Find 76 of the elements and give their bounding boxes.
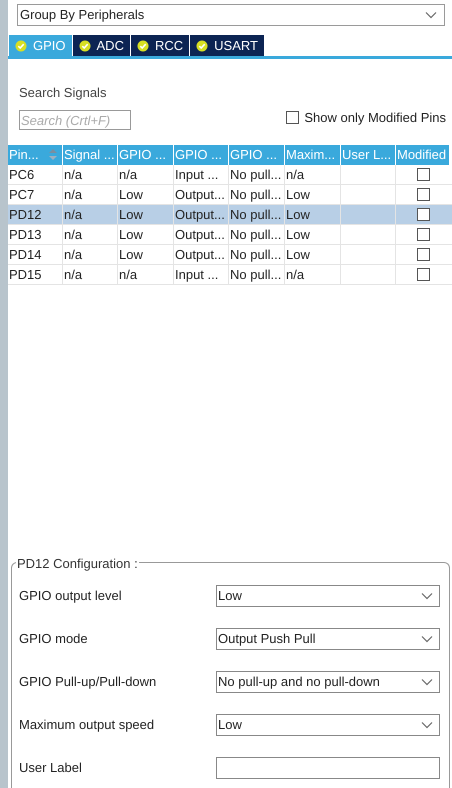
table-cell: n/a — [63, 245, 118, 264]
table-cell: No pull... — [229, 225, 285, 244]
table-row[interactable]: PD13 n/a Low Output... No pull... Low — [8, 225, 452, 245]
table-cell: Low — [285, 225, 341, 244]
table-cell: Low — [285, 245, 341, 264]
table-cell: n/a — [63, 205, 118, 224]
tab[interactable]: USART — [190, 35, 264, 56]
table-row[interactable]: PC7 n/a Low Output... No pull... Low — [8, 185, 452, 205]
table-row[interactable]: PD15 n/a n/a Input ... No pull... n/a — [8, 265, 452, 285]
table-cell: PC6 — [8, 165, 63, 184]
table-cell: Input ... — [174, 165, 229, 184]
table-cell: No pull... — [229, 265, 285, 284]
table-cell: Low — [118, 185, 174, 204]
table-cell: Low — [285, 185, 341, 204]
field-label: GPIO output level — [19, 587, 122, 606]
table-row[interactable]: PC6 n/a n/a Input ... No pull... n/a — [8, 165, 452, 185]
tab[interactable]: RCC — [130, 35, 190, 56]
modified-checkbox[interactable] — [416, 228, 430, 241]
field-label: User Label — [19, 759, 82, 778]
table-cell: n/a — [285, 265, 341, 284]
modified-checkbox[interactable] — [416, 248, 430, 261]
tab[interactable]: ADC — [72, 35, 130, 56]
select-field[interactable]: No pull-up and no pull-down — [216, 671, 440, 693]
group-by-dropdown[interactable]: Group By Peripherals — [17, 4, 445, 26]
chevron-down-icon — [421, 592, 433, 600]
table-cell: No pull... — [229, 205, 285, 224]
check-circle-icon — [78, 40, 91, 52]
chevron-down-icon — [421, 635, 433, 643]
input-field[interactable] — [216, 757, 440, 779]
field-label: Maximum output speed — [19, 716, 154, 734]
table-cell: Low — [118, 205, 174, 224]
modified-checkbox[interactable] — [416, 168, 430, 181]
table-cell: PD12 — [8, 205, 63, 224]
table-cell: n/a — [63, 185, 118, 204]
table-row[interactable]: PD12 n/a Low Output... No pull... Low — [8, 205, 452, 225]
table-cell: No pull... — [229, 165, 285, 184]
table-cell: Output... — [174, 225, 229, 244]
field-label: GPIO Pull-up/Pull-down — [19, 673, 156, 692]
modified-checkbox[interactable] — [416, 208, 430, 221]
modified-checkbox[interactable] — [416, 188, 430, 201]
table-cell: PC7 — [8, 185, 63, 204]
table-cell: Output... — [174, 205, 229, 224]
table-cell: No pull... — [229, 245, 285, 264]
chevron-down-icon — [421, 721, 433, 729]
chevron-down-icon — [421, 678, 433, 686]
checkbox[interactable] — [286, 110, 300, 124]
table-cell: n/a — [63, 265, 118, 284]
table-cell: n/a — [285, 165, 341, 184]
select-field[interactable]: Low — [216, 585, 440, 607]
search-field[interactable]: Search (Crtl+F) — [19, 110, 131, 130]
search-label: Search Signals — [19, 84, 108, 102]
table-cell: Output... — [174, 185, 229, 204]
table-cell: n/a — [118, 265, 174, 284]
table-cell: Output... — [174, 245, 229, 264]
check-circle-icon — [15, 40, 27, 52]
table-cell: PD15 — [8, 265, 63, 284]
table-cell: No pull... — [229, 185, 285, 204]
table-cell: n/a — [63, 225, 118, 244]
sort-icon — [49, 149, 57, 160]
chevron-down-icon — [425, 11, 437, 19]
table-cell: PD13 — [8, 225, 63, 244]
table-cell: n/a — [118, 165, 174, 184]
table-cell: PD14 — [8, 245, 63, 264]
check-circle-icon — [196, 40, 208, 52]
table-cell: Input ... — [174, 265, 229, 284]
select-field[interactable]: Low — [216, 714, 440, 736]
modified-checkbox[interactable] — [416, 268, 430, 281]
field-label: GPIO mode — [19, 630, 88, 648]
table-cell: Low — [118, 225, 174, 244]
table-cell: Low — [285, 205, 341, 224]
table-cell: n/a — [63, 165, 118, 184]
select-field[interactable]: Output Push Pull — [216, 628, 440, 650]
table-cell: Low — [118, 245, 174, 264]
table-row[interactable]: PD14 n/a Low Output... No pull... Low — [8, 245, 452, 265]
checkbox-label: Show only Modified Pins — [304, 108, 446, 127]
check-circle-icon — [136, 40, 149, 52]
